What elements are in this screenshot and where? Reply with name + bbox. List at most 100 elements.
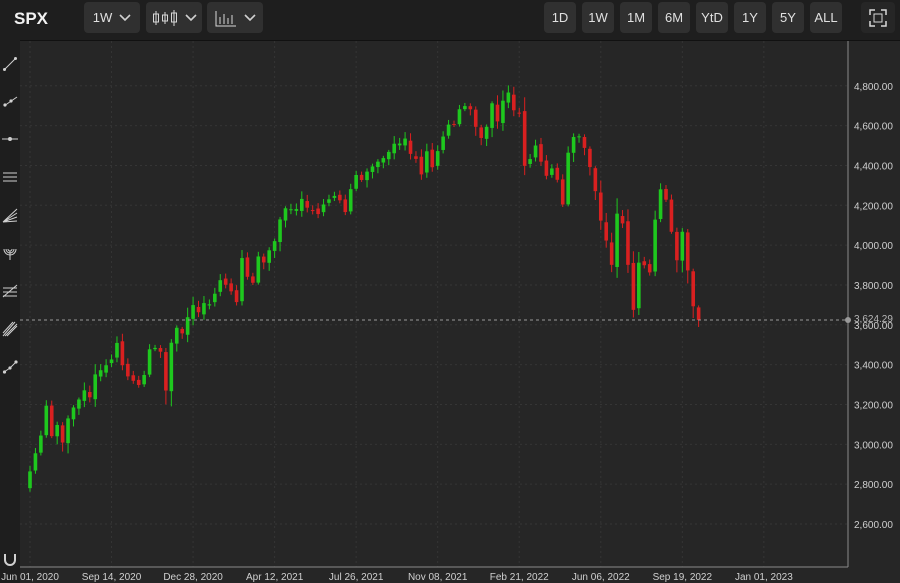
candle-body bbox=[77, 399, 81, 409]
candle-body bbox=[479, 127, 483, 138]
candle-body bbox=[419, 156, 424, 175]
candle-body bbox=[207, 304, 212, 306]
candle-body bbox=[370, 166, 375, 172]
candle-body bbox=[234, 290, 239, 303]
candle-body bbox=[338, 194, 342, 201]
candle-body bbox=[609, 242, 614, 265]
candle-body bbox=[136, 379, 141, 385]
candle-body bbox=[39, 435, 43, 453]
candle-body bbox=[446, 124, 451, 136]
candle-body bbox=[615, 213, 619, 267]
candle-body bbox=[457, 109, 462, 125]
candle-body bbox=[430, 149, 435, 168]
x-tick-label: Sep 14, 2020 bbox=[82, 572, 142, 583]
candle-body bbox=[180, 328, 185, 334]
candle-body bbox=[522, 111, 527, 166]
candle-body bbox=[658, 189, 663, 219]
y-tick-label: 3,000.00 bbox=[854, 440, 893, 451]
x-tick-label: Jun 01, 2020 bbox=[1, 572, 59, 583]
candle-body bbox=[44, 405, 49, 436]
candle-body bbox=[300, 198, 304, 211]
candle-body bbox=[560, 179, 565, 205]
y-tick-label: 4,400.00 bbox=[854, 161, 893, 172]
x-tick-label: Jul 26, 2021 bbox=[329, 572, 384, 583]
candle-body bbox=[517, 112, 522, 114]
candle-body bbox=[463, 106, 467, 110]
candle-body bbox=[642, 261, 647, 266]
candle-body bbox=[251, 276, 255, 283]
price-chart[interactable]: 2,600.00 2,800.00 3,000.00 3,200.00 3,400.00… bbox=[0, 0, 900, 583]
candle-body bbox=[245, 257, 250, 277]
y-tick-label: 2,600.00 bbox=[854, 520, 893, 531]
candle-body bbox=[381, 158, 386, 163]
candle-body bbox=[544, 160, 549, 176]
candle-body bbox=[675, 231, 679, 261]
candle-body bbox=[365, 171, 369, 181]
candle-body bbox=[441, 136, 445, 150]
x-tick-label: Sep 19, 2022 bbox=[653, 572, 713, 583]
candle-body bbox=[55, 424, 59, 437]
candle-body bbox=[60, 425, 65, 443]
candle-body bbox=[191, 305, 195, 319]
candle-body bbox=[289, 209, 293, 211]
y-tick-label: 3,400.00 bbox=[854, 361, 893, 372]
candle-body bbox=[631, 262, 636, 310]
y-tick-label: 3,200.00 bbox=[854, 400, 893, 411]
candle-body bbox=[669, 199, 674, 232]
x-tick-label: Dec 28, 2020 bbox=[163, 572, 223, 583]
candle-body bbox=[98, 370, 103, 377]
candle-body bbox=[550, 168, 554, 175]
candle-body bbox=[196, 306, 201, 313]
y-tick-label: 4,000.00 bbox=[854, 241, 893, 252]
candle-body bbox=[321, 204, 326, 213]
candle-body bbox=[653, 219, 657, 272]
candle-body bbox=[142, 374, 146, 385]
candle-body bbox=[256, 256, 261, 283]
candle-body bbox=[577, 136, 581, 138]
x-tick-label: Feb 21, 2022 bbox=[490, 572, 549, 583]
candle-body bbox=[397, 143, 402, 146]
candle-body bbox=[158, 348, 163, 352]
candle-body bbox=[506, 92, 511, 103]
candle-body bbox=[115, 342, 119, 358]
candle-body bbox=[386, 151, 391, 160]
candle-body bbox=[691, 271, 695, 307]
candle-body bbox=[588, 148, 592, 168]
candle-body bbox=[555, 167, 560, 180]
candle-body bbox=[425, 151, 429, 173]
candle-body bbox=[93, 374, 98, 400]
candle-body bbox=[392, 143, 397, 154]
candle-body bbox=[593, 168, 598, 192]
candle-body bbox=[647, 264, 652, 273]
candle-body bbox=[202, 303, 206, 315]
candle-body bbox=[153, 347, 157, 350]
candle-body bbox=[305, 201, 310, 208]
candle-body bbox=[414, 156, 418, 159]
candle-body bbox=[213, 293, 217, 303]
candle-body bbox=[104, 365, 108, 373]
candle-body bbox=[376, 161, 380, 168]
candle-body bbox=[598, 192, 603, 221]
last-price-marker bbox=[845, 316, 851, 323]
candle-body bbox=[164, 352, 168, 391]
candle-body bbox=[408, 140, 413, 154]
last-price-label: 3,624.29 bbox=[854, 314, 893, 325]
candle-body bbox=[240, 258, 244, 302]
candle-body bbox=[267, 250, 271, 263]
y-tick-label: 3,800.00 bbox=[854, 281, 893, 292]
candle-body bbox=[82, 390, 87, 401]
candle-body bbox=[473, 109, 478, 127]
candle-body bbox=[626, 221, 630, 265]
candle-body bbox=[147, 349, 152, 375]
candle-body bbox=[359, 174, 364, 180]
candle-body bbox=[501, 100, 505, 124]
candle-body bbox=[533, 145, 538, 158]
candle-body bbox=[316, 208, 320, 215]
candle-body bbox=[169, 342, 174, 392]
candle-body bbox=[109, 359, 114, 364]
candle-body bbox=[261, 256, 266, 263]
candle-body bbox=[120, 341, 125, 366]
candle-body bbox=[283, 208, 288, 221]
y-tick-label: 4,600.00 bbox=[854, 122, 893, 133]
candle-body bbox=[468, 106, 473, 110]
